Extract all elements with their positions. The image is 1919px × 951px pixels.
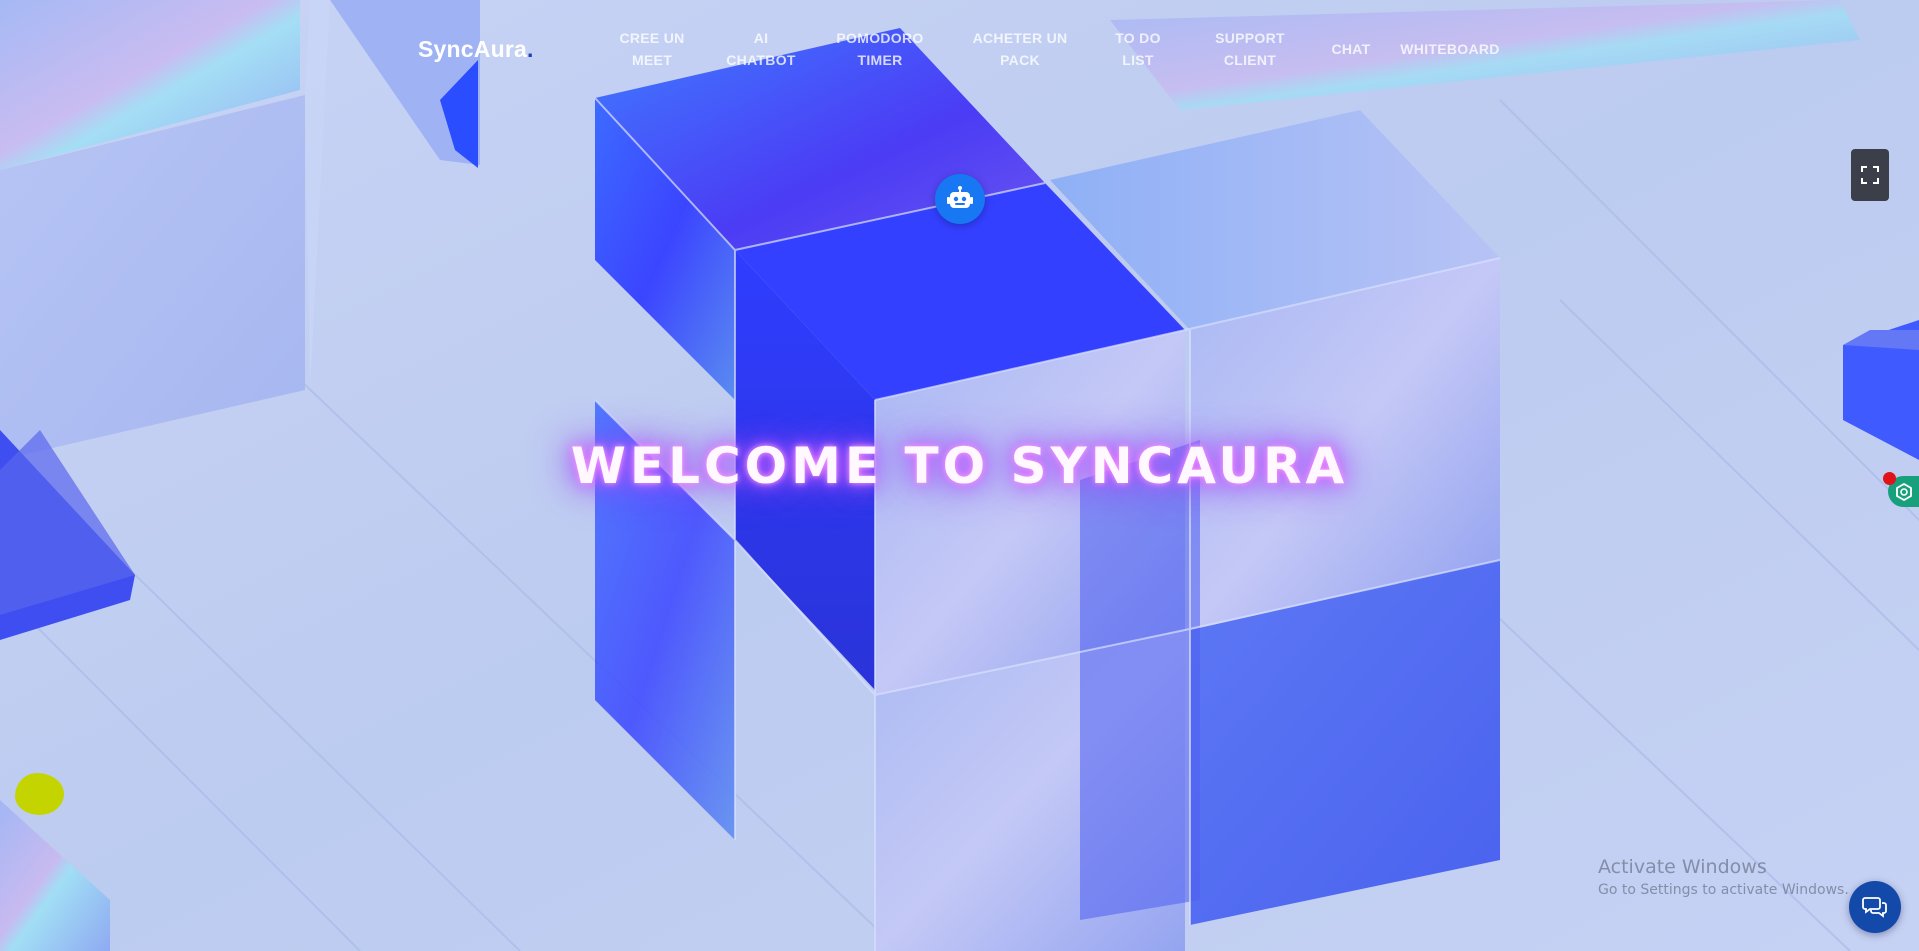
nav-item-label-line2: LIST [1122,52,1154,68]
yellow-highlight-mark [15,773,64,815]
nav-item-whiteboard[interactable]: WHITEBOARD [1398,38,1502,60]
brand-name: SyncAura [418,36,527,62]
nav-item-to-do-list[interactable]: TO DO LIST [1098,27,1178,71]
nav-item-label-line2: CHATBOT [726,52,796,68]
nav-item-label-line1: CHAT [1331,41,1371,57]
windows-activation-watermark: Activate Windows Go to Settings to activ… [1598,856,1849,898]
nav-item-label-line2: MEET [631,52,673,68]
fullscreen-button[interactable] [1851,149,1889,201]
nav-item-label-line1: CREE UN [619,30,685,46]
watermark-title: Activate Windows [1598,856,1767,878]
fullscreen-icon [1861,166,1879,184]
watermark-subtitle: Go to Settings to activate Windows. [1598,882,1849,898]
nav-item-chat[interactable]: CHAT [1321,38,1381,60]
nav-item-label-line1: ACHETER UN [972,30,1068,46]
nav-item-cree-un-meet[interactable]: CREE UN MEET [612,27,692,71]
brand-logo[interactable]: SyncAura. [418,36,534,63]
chat-icon [1862,897,1887,918]
nav-item-label-line1: TO DO [1115,30,1161,46]
nav-item-ai-chatbot[interactable]: AI CHATBOT [711,27,811,71]
chat-support-button[interactable] [1849,881,1901,933]
top-navbar: SyncAura. CREE UN MEET AI CHATBOT POMODO… [0,0,1919,100]
hexagon-icon [1895,482,1912,501]
nav-item-label-line1: POMODORO [836,30,924,46]
nav-item-support-client[interactable]: SUPPORT CLIENT [1200,27,1300,71]
robot-icon [947,186,973,208]
nav-item-label-line1: WHITEBOARD [1400,41,1500,57]
nav-item-label-line1: AI [753,30,769,46]
notification-dot [1883,472,1896,485]
nav-item-pomodoro-timer[interactable]: POMODORO TIMER [825,27,935,71]
hero-title: WELCOME TO SYNCAURA [570,437,1349,495]
nav-item-label-line2: CLIENT [1223,52,1277,68]
nav-item-label-line2: PACK [1000,52,1040,68]
nav-item-acheter-un-pack[interactable]: ACHETER UN PACK [960,27,1080,71]
brand-dot: . [526,36,534,62]
nav-item-label-line1: SUPPORT [1215,30,1285,46]
nav-item-label-line2: TIMER [857,52,903,68]
ai-chatbot-button[interactable] [935,174,985,224]
